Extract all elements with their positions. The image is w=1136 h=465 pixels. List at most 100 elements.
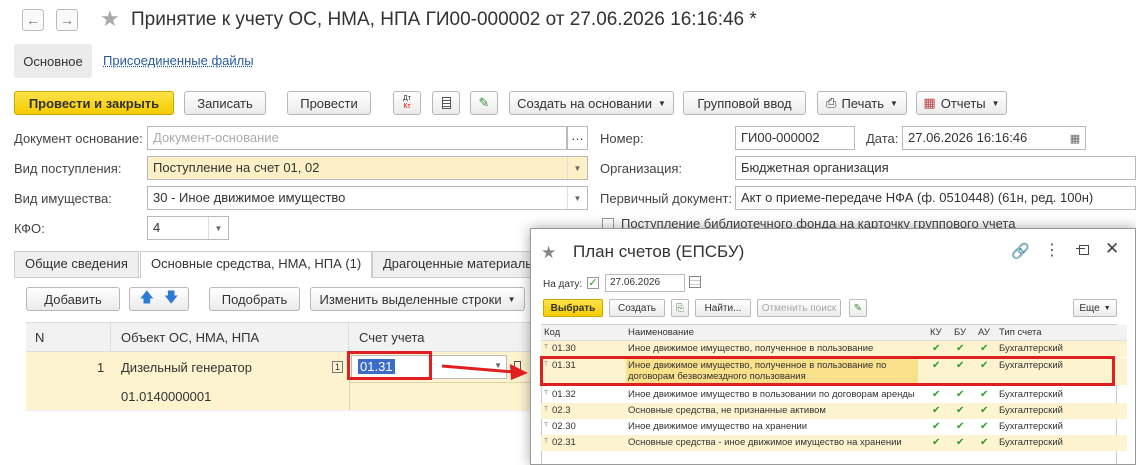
arrow-up-icon[interactable]: 🡅 [140, 287, 154, 311]
account-type: Бухгалтерский [999, 389, 1063, 400]
popup-cancel-search-button[interactable]: Отменить поиск [757, 299, 841, 317]
col-object-header[interactable]: Объект ОС, НМА, НПА [121, 330, 259, 345]
doc-base-field[interactable]: Документ-основание [147, 126, 567, 150]
add-button[interactable]: Добавить [26, 287, 120, 311]
account-marker-icon: ᵀ [544, 389, 549, 400]
chevron-down-icon: ▼ [657, 98, 666, 108]
account-row[interactable]: ᵀ 02.31 Основные средства - иное движимо… [541, 435, 1127, 451]
popup-find-button[interactable]: Найти... [695, 299, 751, 317]
popup-title: План счетов (ЕПСБУ) [573, 242, 745, 261]
tab-files[interactable]: Присоединенные файлы [103, 53, 254, 68]
col-account-header[interactable]: Счет учета [359, 330, 425, 345]
col-ku-header[interactable]: КУ [930, 327, 942, 338]
select-button[interactable]: … [567, 126, 588, 150]
tab-fixed-assets[interactable]: Основные средства, НМА, НПА (1) [140, 251, 373, 278]
primary-doc-field[interactable]: Акт о приеме-передаче НФА (ф. 0510448) (… [735, 186, 1136, 210]
popup-create-button[interactable]: Создать [609, 299, 665, 317]
chevron-down-icon: ▼ [567, 187, 587, 209]
calendar-icon[interactable]: ▦ [1065, 127, 1085, 149]
popup-more-button[interactable]: Еще ▼ [1073, 299, 1117, 317]
check-icon: ✔ [956, 343, 965, 354]
post-close-button[interactable]: Провести и закрыть [14, 91, 174, 115]
account-row[interactable]: ᵀ 01.32 Иное движимое имущество в пользо… [541, 387, 1127, 403]
popup-select-button[interactable]: Выбрать [543, 299, 603, 317]
col-bu-header[interactable]: БУ [954, 327, 966, 338]
tab-precious[interactable]: Драгоценные материалы [372, 251, 546, 277]
print-label: Печать [841, 95, 885, 111]
star-icon[interactable]: ★ [100, 6, 120, 32]
pointer-arrow [441, 364, 528, 380]
date-checkbox[interactable]: ✓ [587, 277, 599, 289]
reports-button[interactable]: ▦ Отчеты ▼ [916, 91, 1007, 115]
col-type-header[interactable]: Тип счета [999, 327, 1042, 338]
account-code: 01.32 [552, 389, 576, 400]
number-field[interactable]: ГИ00-000002 [735, 126, 855, 150]
chart-of-accounts-popup: ★ План счетов (ЕПСБУ) 🔗 ⋮ ✕ На дату: ✓ 2… [530, 228, 1136, 465]
arrow-left-icon: ← [26, 12, 40, 28]
create-based-button[interactable]: Создать на основании ▼ [509, 91, 674, 115]
chevron-down-icon: ▼ [890, 98, 898, 108]
check-icon: ✔ [932, 405, 941, 416]
close-icon[interactable]: ✕ [1105, 239, 1119, 259]
number-label: Номер: [600, 131, 644, 146]
link-icon[interactable]: 🔗 [1011, 242, 1030, 260]
arrow-down-icon[interactable]: 🡇 [164, 287, 178, 311]
check-icon: ✔ [980, 389, 989, 400]
reports-label: Отчеты [940, 95, 986, 111]
calendar-icon[interactable] [689, 276, 701, 288]
star-icon[interactable]: ★ [541, 243, 556, 263]
check-icon: ✔ [980, 437, 989, 448]
more-icon[interactable]: ⋮ [1044, 240, 1060, 260]
chevron-down-icon: ▼ [567, 157, 587, 179]
copy-icon: ⎘ [676, 302, 684, 314]
change-rows-button[interactable]: Изменить выделенные строки ▼ [310, 287, 525, 311]
kfo-select[interactable]: 4 ▼ [147, 216, 229, 240]
edit-button[interactable]: ✎ [849, 299, 867, 317]
structure-button[interactable]: ✎ [470, 91, 498, 115]
popup-more-label: Еще [1079, 302, 1100, 314]
tab-main[interactable]: Основное [14, 44, 92, 78]
forward-button[interactable]: → [56, 9, 78, 31]
copy-button[interactable]: ⎘ [671, 299, 689, 317]
highlight-box [347, 351, 432, 380]
property-type-select[interactable]: 30 - Иное движимое имущество ▼ [147, 186, 588, 210]
document-list-icon [441, 97, 451, 109]
account-code: 02.31 [552, 437, 576, 448]
pencil-icon: ✎ [478, 95, 490, 110]
account-row[interactable]: ᵀ 02.30 Иное движимое имущество на хране… [541, 419, 1127, 435]
pick-button[interactable]: Подобрать [209, 287, 300, 311]
print-button[interactable]: ⎙ Печать ▼ [817, 91, 907, 115]
popup-date-label: На дату: [543, 279, 583, 290]
save-button[interactable]: Записать [184, 91, 266, 115]
list-button[interactable] [432, 91, 460, 115]
account-marker-icon: ᵀ [544, 343, 549, 354]
col-code-header[interactable]: Код [544, 327, 560, 338]
account-row[interactable]: ᵀ 02.3 Основные средства, не признанные … [541, 403, 1127, 419]
kfo-value: 4 [153, 220, 161, 235]
tab-general[interactable]: Общие сведения [14, 251, 139, 277]
check-icon: ✔ [932, 437, 941, 448]
date-value: 27.06.2026 16:16:46 [908, 130, 1028, 145]
move-buttons[interactable]: 🡅 🡇 [129, 287, 189, 311]
popup-date-field[interactable]: 27.06.2026 [605, 274, 685, 292]
account-type: Бухгалтерский [999, 405, 1063, 416]
account-marker-icon: ᵀ [544, 437, 549, 448]
account-code: 01.30 [552, 343, 576, 354]
dtkt-button[interactable]: Дт Кт [393, 91, 421, 115]
change-rows-label: Изменить выделенные строки [319, 291, 502, 307]
date-field[interactable]: 27.06.2026 16:16:46 ▦ [902, 126, 1086, 150]
receipt-type-select[interactable]: Поступление на счет 01, 02 ▼ [147, 156, 588, 180]
group-input-button[interactable]: Групповой ввод [683, 91, 806, 115]
back-button[interactable]: ← [22, 9, 44, 31]
chevron-down-icon: ▼ [208, 217, 228, 239]
maximize-icon[interactable] [1079, 245, 1089, 255]
account-type: Бухгалтерский [999, 437, 1063, 448]
col-n-header[interactable]: N [35, 330, 44, 345]
col-name-header[interactable]: Наименование [628, 327, 694, 338]
row-divider [349, 382, 530, 383]
check-icon: ✔ [956, 421, 965, 432]
col-au-header[interactable]: АУ [978, 327, 990, 338]
account-row[interactable]: ᵀ 01.30 Иное движимое имущество, получен… [541, 341, 1127, 357]
post-button[interactable]: Провести [287, 91, 371, 115]
org-field[interactable]: Бюджетная организация [735, 156, 1136, 180]
